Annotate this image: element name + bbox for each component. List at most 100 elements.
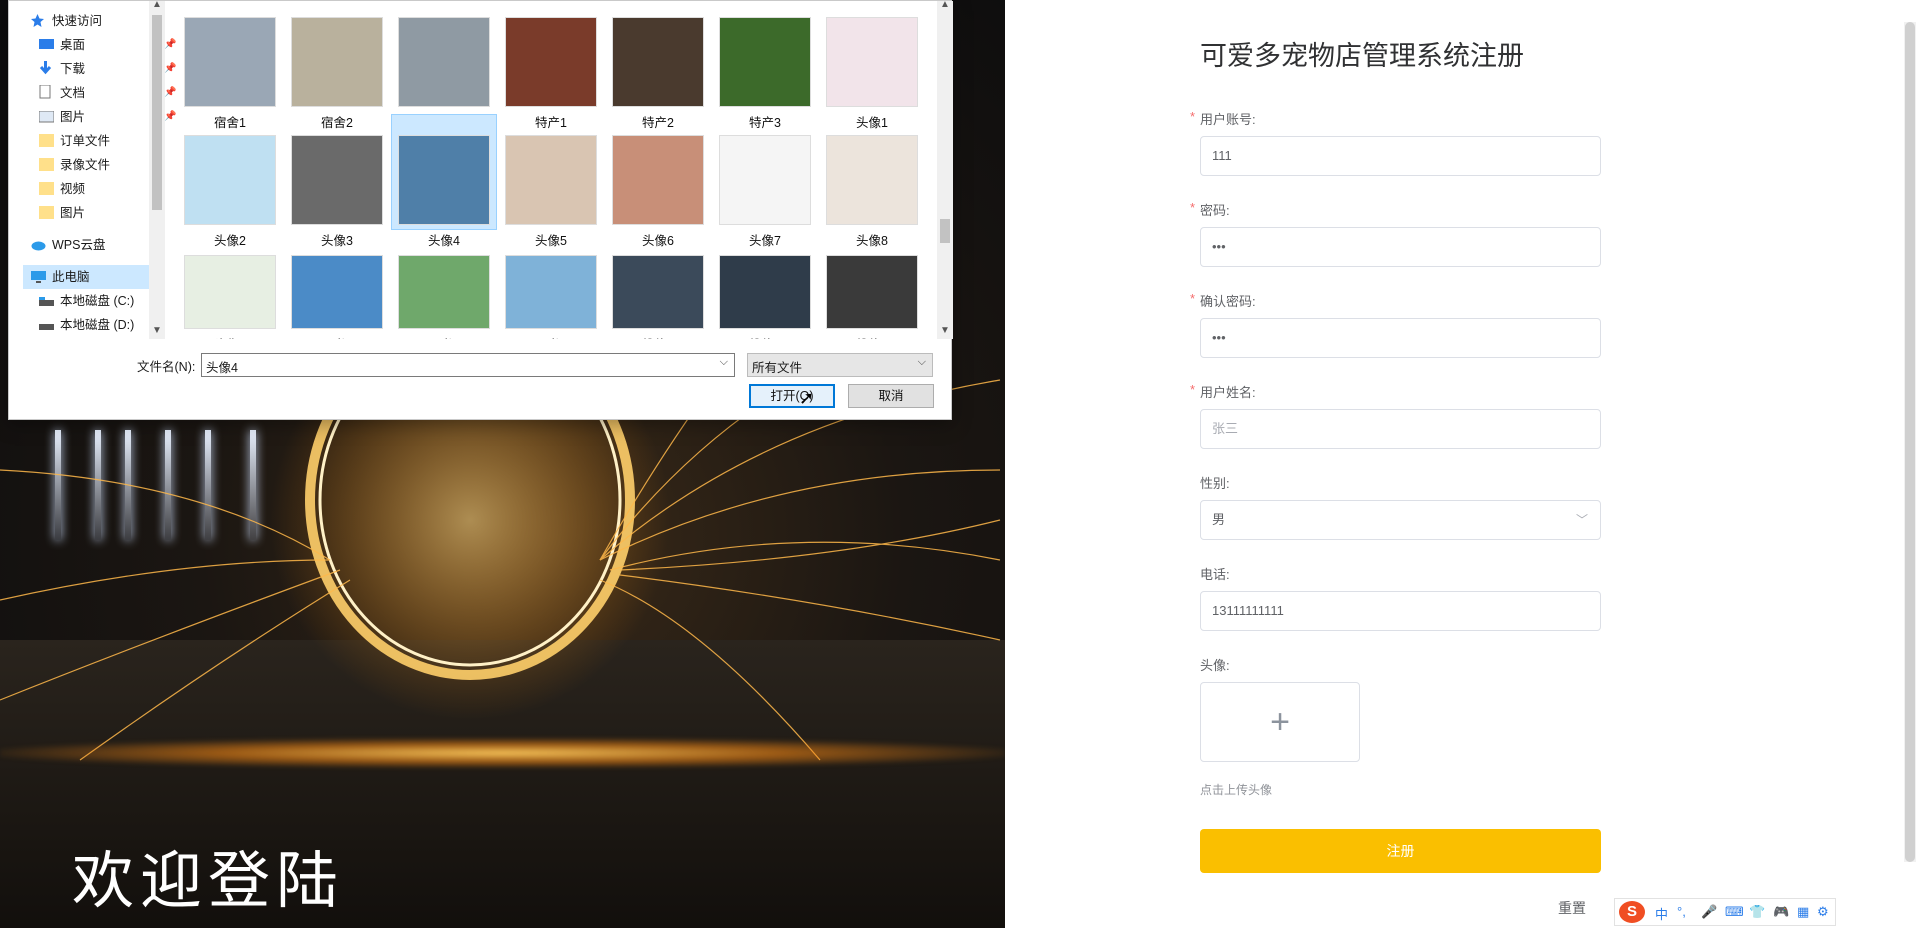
microphone-icon[interactable]: 🎤 (1701, 904, 1717, 920)
scroll-up-icon[interactable]: ▲ (152, 0, 162, 10)
file-item[interactable]: 图书2 (391, 235, 497, 339)
file-thumbnail (826, 255, 918, 329)
game-icon[interactable]: 🎮 (1773, 904, 1789, 920)
file-thumbnail (291, 255, 383, 329)
file-item[interactable]: 宿舍2 (284, 1, 390, 130)
file-item[interactable]: 特产2 (605, 1, 711, 130)
file-thumbnail (291, 17, 383, 107)
phone-label: 电话: (1200, 567, 1230, 582)
chevron-down-icon: ﹀ (1575, 513, 1588, 527)
punctuation-icon[interactable]: °, (1677, 904, 1686, 919)
picture-icon (38, 107, 55, 123)
register-panel: 可爱多宠物店管理系统注册 * 用户账号: 111 * 密码: ••• * 确认密码: … (1005, 8, 1905, 928)
nav-desktop[interactable]: 桌面 📌 (39, 33, 176, 57)
file-thumbnail (505, 135, 597, 225)
reset-button[interactable]: 重置 (1558, 898, 1586, 918)
nav-scrollbar[interactable]: ▲ ▼ (149, 0, 165, 339)
file-name: 维修1 (605, 334, 711, 339)
nav-documents[interactable]: 文档 📌 (39, 81, 176, 105)
nav-drive-d[interactable]: 本地磁盘 (D:) (39, 313, 134, 337)
avatar-upload[interactable]: + (1200, 682, 1360, 762)
username-input[interactable]: 张三 (1200, 409, 1601, 449)
nav-drive-c[interactable]: 本地磁盘 (C:) (39, 289, 134, 313)
nav-scroll-thumb[interactable] (152, 15, 162, 210)
nav-folder-orders[interactable]: 订单文件 (39, 129, 110, 153)
nav-pictures[interactable]: 图片 📌 (38, 105, 176, 129)
gender-select[interactable]: 男 ﹀ (1200, 500, 1601, 540)
file-thumbnail (184, 255, 276, 329)
nav-folder-videos[interactable]: 视频 (39, 177, 85, 201)
username-label: * 用户姓名: (1190, 382, 1256, 400)
open-button[interactable]: 打开(O) (749, 384, 835, 408)
sogou-logo-icon[interactable]: S (1619, 901, 1645, 923)
file-grid: 宿舍1宿舍2宿舍3特产1特产2特产3头像1头像2头像3头像4头像5头像6头像7头… (175, 1, 935, 339)
drive-icon (39, 315, 54, 330)
file-name: 维修3 (819, 334, 925, 339)
phone-input[interactable]: 13111111111 (1200, 591, 1601, 631)
chevron-down-icon: ⌵ (917, 356, 926, 368)
folder-icon (39, 155, 54, 171)
file-thumbnail (719, 17, 811, 107)
page-scrollbar[interactable] (1904, 22, 1916, 862)
settings-icon[interactable]: ⚙ (1817, 904, 1829, 920)
computer-icon (31, 267, 46, 283)
file-item[interactable]: 图书3 (498, 235, 604, 339)
nav-wps-cloud[interactable]: WPS云盘 (31, 233, 105, 257)
file-item[interactable]: 特产1 (498, 1, 604, 130)
password-label: * 密码: (1190, 200, 1230, 218)
scroll-up-icon[interactable]: ▲ (940, 0, 950, 10)
filetype-select[interactable]: 所有文件 ⌵ (747, 353, 933, 377)
file-thumbnail (505, 17, 597, 107)
file-name: 维修2 (712, 334, 818, 339)
file-item[interactable]: 维修2 (712, 235, 818, 339)
file-scroll-thumb[interactable] (940, 219, 950, 243)
file-scrollbar[interactable]: ▲ ▼ (937, 0, 953, 339)
file-thumbnail (184, 17, 276, 107)
page-scroll-thumb[interactable] (1905, 22, 1915, 862)
account-label: * 用户账号: (1190, 109, 1256, 127)
nav-this-pc[interactable]: 此电脑 (23, 265, 149, 289)
navigation-pane: 快速访问 桌面 📌 下载 📌 文档 📌 图片 📌 订单文件 录像文件 视频 图片 WPS… (9, 1, 176, 339)
file-item[interactable]: 宿舍3 (391, 1, 497, 130)
filename-input[interactable]: 头像4 ⌵ (201, 353, 735, 377)
file-thumbnail (612, 135, 704, 225)
file-item[interactable]: 头像1 (819, 1, 925, 130)
scroll-down-icon[interactable]: ▼ (152, 325, 162, 336)
file-item[interactable]: 头像6 (605, 115, 711, 248)
cancel-button[interactable]: 取消 (848, 384, 934, 408)
password-input[interactable]: ••• (1200, 227, 1601, 267)
nav-folder-recordings[interactable]: 录像文件 (39, 153, 110, 177)
file-item[interactable]: 头像4 (391, 114, 497, 248)
nav-folder-pictures[interactable]: 图片 (39, 201, 85, 225)
file-thumbnail (826, 135, 918, 225)
nav-downloads[interactable]: 下载 📌 (39, 57, 176, 81)
file-name: 头像9 (177, 334, 283, 339)
file-thumbnail (398, 135, 490, 225)
apps-icon[interactable]: ▦ (1797, 904, 1809, 920)
skin-icon[interactable]: 👕 (1749, 904, 1765, 920)
folder-icon (39, 203, 54, 219)
scroll-down-icon[interactable]: ▼ (940, 325, 950, 336)
confirm-password-input[interactable]: ••• (1200, 318, 1601, 358)
avatar-label: 头像: (1200, 658, 1230, 673)
file-item[interactable]: 宿舍1 (177, 1, 283, 130)
keyboard-icon[interactable]: ⌨ (1725, 904, 1744, 920)
chevron-down-icon[interactable]: ⌵ (720, 356, 728, 369)
file-item[interactable]: 头像2 (177, 115, 283, 248)
file-item[interactable]: 特产3 (712, 1, 818, 130)
nav-quick-access[interactable]: 快速访问 (31, 9, 102, 33)
account-input[interactable]: 111 (1200, 136, 1601, 176)
ime-mode-toggle[interactable]: 中 (1655, 904, 1668, 923)
file-item[interactable]: 头像3 (284, 115, 390, 248)
file-item[interactable]: 头像7 (712, 115, 818, 248)
file-thumbnail (719, 255, 811, 329)
register-button[interactable]: 注册 (1200, 829, 1601, 873)
file-item[interactable]: 维修1 (605, 235, 711, 339)
file-item[interactable]: 图书1 (284, 235, 390, 339)
file-name: 图书1 (284, 334, 390, 339)
file-item[interactable]: 头像5 (498, 115, 604, 248)
file-item[interactable]: 头像8 (819, 115, 925, 248)
file-item[interactable]: 头像9 (177, 235, 283, 339)
file-item[interactable]: 维修3 (819, 235, 925, 339)
document-icon (39, 83, 54, 99)
